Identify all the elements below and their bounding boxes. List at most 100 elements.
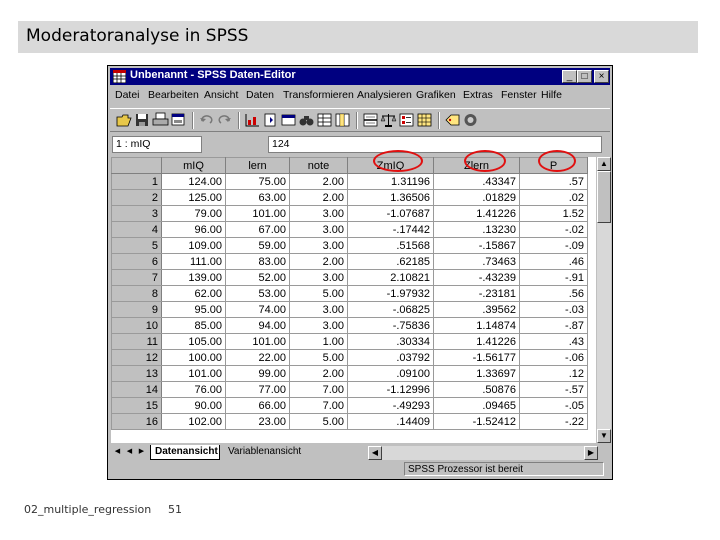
data-cell[interactable]: .09465 — [433, 397, 520, 414]
data-cell[interactable]: .12 — [519, 365, 588, 382]
data-cell[interactable]: 96.00 — [161, 221, 226, 238]
row-number[interactable]: 6 — [111, 253, 162, 270]
data-cell[interactable]: 1.41226 — [433, 205, 520, 222]
row-number[interactable]: 9 — [111, 301, 162, 318]
data-cell[interactable]: 101.00 — [225, 333, 290, 350]
data-cell[interactable]: -.02 — [519, 221, 588, 238]
menu-hilfe[interactable]: Hilfe — [541, 89, 562, 101]
open-icon[interactable] — [116, 112, 133, 128]
data-cell[interactable]: 22.00 — [225, 349, 290, 366]
row-number[interactable]: 10 — [111, 317, 162, 334]
data-cell[interactable]: .30334 — [347, 333, 434, 350]
data-cell[interactable]: 52.00 — [225, 269, 290, 286]
data-cell[interactable]: .73463 — [433, 253, 520, 270]
data-cell[interactable]: 100.00 — [161, 349, 226, 366]
tab-prev-icon[interactable]: ◀ — [124, 446, 135, 458]
data-cell[interactable]: 75.00 — [225, 173, 290, 190]
data-cell[interactable]: 1.14874 — [433, 317, 520, 334]
data-cell[interactable]: 66.00 — [225, 397, 290, 414]
tab-data-view[interactable]: Datenansicht — [150, 445, 220, 460]
data-cell[interactable]: 101.00 — [225, 205, 290, 222]
insert-variable-icon[interactable] — [334, 112, 351, 128]
data-cell[interactable]: .43347 — [433, 173, 520, 190]
data-cell[interactable]: 90.00 — [161, 397, 226, 414]
data-cell[interactable]: 3.00 — [289, 205, 348, 222]
data-cell[interactable]: 1.00 — [289, 333, 348, 350]
menu-extras[interactable]: Extras — [463, 89, 493, 101]
menu-bearbeiten[interactable]: Bearbeiten — [148, 89, 199, 101]
menu-grafiken[interactable]: Grafiken — [416, 89, 456, 101]
column-header[interactable]: note — [289, 157, 348, 174]
data-cell[interactable]: 3.00 — [289, 301, 348, 318]
data-cell[interactable]: 1.36506 — [347, 189, 434, 206]
data-cell[interactable]: 94.00 — [225, 317, 290, 334]
column-header[interactable]: mIQ — [161, 157, 226, 174]
data-cell[interactable]: 5.00 — [289, 349, 348, 366]
data-cell[interactable]: -.05 — [519, 397, 588, 414]
data-cell[interactable]: -.17442 — [347, 221, 434, 238]
data-cell[interactable]: .09100 — [347, 365, 434, 382]
data-cell[interactable]: 83.00 — [225, 253, 290, 270]
data-cell[interactable]: .02 — [519, 189, 588, 206]
data-cell[interactable]: 5.00 — [289, 413, 348, 430]
data-cell[interactable]: 105.00 — [161, 333, 226, 350]
row-number[interactable]: 3 — [111, 205, 162, 222]
data-cell[interactable]: -.06 — [519, 349, 588, 366]
data-cell[interactable]: .01829 — [433, 189, 520, 206]
corner-cell[interactable] — [111, 157, 162, 174]
data-cell[interactable]: 101.00 — [161, 365, 226, 382]
weight-cases-icon[interactable] — [380, 112, 397, 128]
data-cell[interactable]: 23.00 — [225, 413, 290, 430]
scroll-thumb[interactable] — [597, 171, 611, 223]
scroll-up-arrow-icon[interactable]: ▲ — [597, 157, 611, 171]
data-cell[interactable]: .56 — [519, 285, 588, 302]
tab-variable-view[interactable]: Variablenansicht — [224, 445, 320, 459]
data-cell[interactable]: 139.00 — [161, 269, 226, 286]
row-number[interactable]: 15 — [111, 397, 162, 414]
data-cell[interactable]: .13230 — [433, 221, 520, 238]
data-cell[interactable]: 85.00 — [161, 317, 226, 334]
data-cell[interactable]: 95.00 — [161, 301, 226, 318]
data-cell[interactable]: -.91 — [519, 269, 588, 286]
goto-case-icon[interactable] — [262, 112, 279, 128]
data-cell[interactable]: 2.00 — [289, 173, 348, 190]
data-cell[interactable]: .03792 — [347, 349, 434, 366]
data-cell[interactable]: 2.00 — [289, 189, 348, 206]
data-cell[interactable]: -.23181 — [433, 285, 520, 302]
variables-icon[interactable] — [280, 112, 297, 128]
data-cell[interactable]: -.75836 — [347, 317, 434, 334]
data-cell[interactable]: 76.00 — [161, 381, 226, 398]
data-cell[interactable]: -.15867 — [433, 237, 520, 254]
row-number[interactable]: 13 — [111, 365, 162, 382]
data-cell[interactable]: 7.00 — [289, 397, 348, 414]
row-number[interactable]: 4 — [111, 221, 162, 238]
menu-daten[interactable]: Daten — [246, 89, 274, 101]
menu-transformieren[interactable]: Transformieren — [283, 89, 354, 101]
menu-analysieren[interactable]: Analysieren — [357, 89, 412, 101]
data-cell[interactable]: 3.00 — [289, 221, 348, 238]
data-cell[interactable]: -.57 — [519, 381, 588, 398]
data-cell[interactable]: 5.00 — [289, 285, 348, 302]
row-number[interactable]: 12 — [111, 349, 162, 366]
data-cell[interactable]: .43 — [519, 333, 588, 350]
split-file-icon[interactable] — [362, 112, 379, 128]
data-cell[interactable]: 2.00 — [289, 365, 348, 382]
insert-case-icon[interactable] — [316, 112, 333, 128]
data-cell[interactable]: 1.33697 — [433, 365, 520, 382]
data-cell[interactable]: -.87 — [519, 317, 588, 334]
data-cell[interactable]: -1.12996 — [347, 381, 434, 398]
data-cell[interactable]: 7.00 — [289, 381, 348, 398]
scroll-left-arrow-icon[interactable]: ◀ — [368, 446, 382, 460]
data-cell[interactable]: 1.31196 — [347, 173, 434, 190]
value-labels-icon[interactable] — [444, 112, 461, 128]
menu-fenster[interactable]: Fenster — [501, 89, 537, 101]
data-cell[interactable]: 125.00 — [161, 189, 226, 206]
data-cell[interactable]: -1.52412 — [433, 413, 520, 430]
data-cell[interactable]: 3.00 — [289, 237, 348, 254]
data-cell[interactable]: -1.97932 — [347, 285, 434, 302]
close-button[interactable]: × — [594, 70, 609, 83]
use-sets-icon[interactable] — [462, 112, 479, 128]
save-icon[interactable] — [134, 112, 151, 128]
data-cell[interactable]: .39562 — [433, 301, 520, 318]
find-icon[interactable] — [298, 112, 315, 128]
